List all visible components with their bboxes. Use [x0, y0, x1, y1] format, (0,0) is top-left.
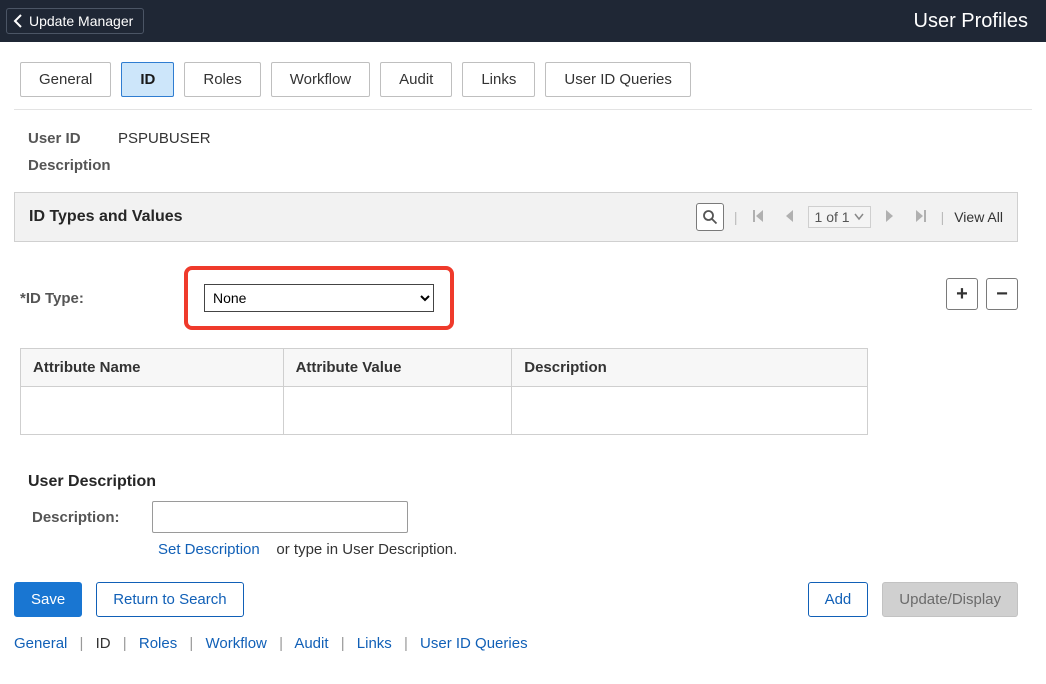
grid-header: ID Types and Values | 1 of 1 |	[14, 192, 1018, 242]
grid-view-all[interactable]: View All	[954, 209, 1003, 225]
user-id-label: User ID	[28, 130, 118, 147]
col-attribute-name: Attribute Name	[21, 349, 284, 387]
footer-user-id-queries[interactable]: User ID Queries	[420, 635, 528, 652]
table-row	[21, 387, 868, 435]
description-field-label: Description:	[32, 509, 140, 526]
highlight-box: None	[184, 266, 454, 330]
divider: |	[734, 209, 738, 225]
tab-roles[interactable]: Roles	[184, 62, 260, 97]
col-attribute-value: Attribute Value	[283, 349, 512, 387]
description-input[interactable]	[152, 501, 408, 533]
first-icon	[752, 209, 766, 223]
set-description-link[interactable]: Set Description	[158, 541, 260, 558]
tab-bar: General ID Roles Workflow Audit Links Us…	[14, 42, 1032, 110]
update-display-button: Update/Display	[882, 582, 1018, 617]
add-row-button[interactable]: +	[946, 278, 978, 310]
id-type-select[interactable]: None	[204, 284, 434, 312]
tab-user-id-queries[interactable]: User ID Queries	[545, 62, 691, 97]
tab-general[interactable]: General	[20, 62, 111, 97]
cell-attribute-value	[283, 387, 512, 435]
footer-roles[interactable]: Roles	[139, 635, 177, 652]
next-icon	[885, 209, 895, 223]
return-to-search-button[interactable]: Return to Search	[96, 582, 243, 617]
save-button[interactable]: Save	[14, 582, 82, 617]
description-label: Description	[28, 157, 1032, 174]
col-description: Description	[512, 349, 868, 387]
grid-next-button[interactable]	[881, 207, 899, 228]
prev-icon	[784, 209, 794, 223]
grid-prev-button[interactable]	[780, 207, 798, 228]
attributes-table: Attribute Name Attribute Value Descripti…	[20, 348, 868, 435]
tab-workflow[interactable]: Workflow	[271, 62, 370, 97]
grid-title: ID Types and Values	[29, 208, 183, 226]
user-description-heading: User Description	[28, 473, 1032, 491]
grid-page-select[interactable]: 1 of 1	[808, 206, 871, 228]
minus-icon: −	[996, 283, 1008, 306]
back-button-label: Update Manager	[29, 13, 133, 29]
search-icon	[702, 209, 718, 225]
tab-audit[interactable]: Audit	[380, 62, 452, 97]
user-id-value: PSPUBUSER	[118, 130, 211, 147]
grid-first-button[interactable]	[748, 207, 770, 228]
grid-last-button[interactable]	[909, 207, 931, 228]
tab-id[interactable]: ID	[121, 62, 174, 97]
grid-page-label: 1 of 1	[815, 209, 850, 225]
footer-links-link[interactable]: Links	[357, 635, 392, 652]
remove-row-button[interactable]: −	[986, 278, 1018, 310]
chevron-left-icon	[13, 14, 25, 28]
footer-id: ID	[96, 635, 111, 652]
last-icon	[913, 209, 927, 223]
footer-audit[interactable]: Audit	[294, 635, 328, 652]
add-button[interactable]: Add	[808, 582, 869, 617]
tab-links[interactable]: Links	[462, 62, 535, 97]
chevron-down-icon	[854, 213, 864, 221]
page-title: User Profiles	[914, 10, 1028, 33]
divider: |	[941, 209, 945, 225]
description-hint-text: or type in User Description.	[276, 541, 457, 558]
plus-icon: +	[956, 283, 968, 306]
top-bar: Update Manager User Profiles	[0, 0, 1046, 42]
cell-description	[512, 387, 868, 435]
cell-attribute-name	[21, 387, 284, 435]
footer-workflow[interactable]: Workflow	[205, 635, 266, 652]
back-button[interactable]: Update Manager	[6, 8, 144, 34]
footer-links: General | ID | Roles | Workflow | Audit …	[14, 635, 1032, 652]
grid-search-button[interactable]	[696, 203, 724, 231]
id-type-label: *ID Type:	[20, 290, 184, 307]
footer-general[interactable]: General	[14, 635, 67, 652]
